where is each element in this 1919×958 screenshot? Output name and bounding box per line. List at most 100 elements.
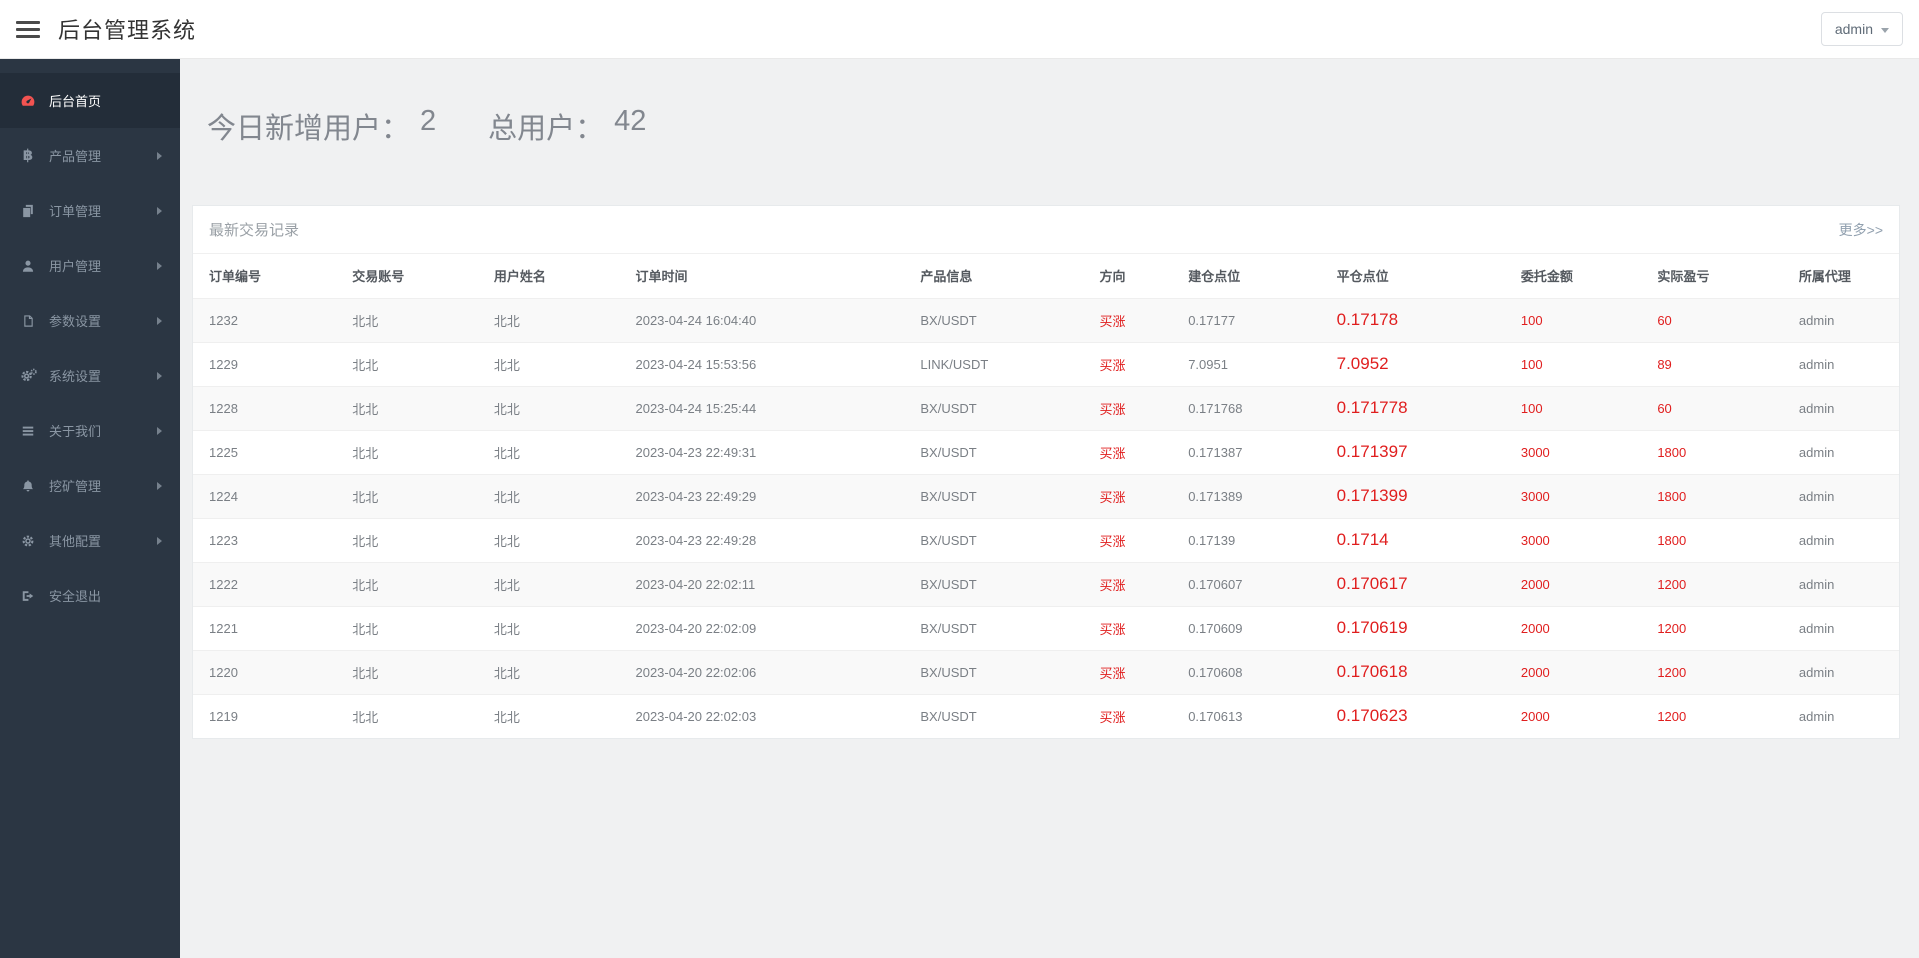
cell-profit: 1200 — [1641, 605, 1783, 650]
sidebar-item[interactable]: 订单管理 — [0, 183, 180, 238]
cell-order-id: 1224 — [193, 473, 337, 518]
panel-header: 最新交易记录 更多>> — [193, 206, 1899, 254]
cell-order-id: 1219 — [193, 693, 337, 738]
cell-profit: 60 — [1641, 385, 1783, 430]
cell-agent: admin — [1782, 649, 1899, 694]
stats-summary: 今日新增用户： 2 总用户： 42 — [207, 105, 1919, 147]
table-row: 1223 北北 北北 2023-04-23 22:49:28 BX/USDT 买涨 0.17… — [193, 517, 1899, 562]
top-header: 后台管理系统 admin — [0, 0, 1919, 59]
cell-username: 北北 — [477, 517, 620, 562]
cell-profit: 1200 — [1641, 649, 1783, 694]
cell-open-price: 0.170613 — [1172, 693, 1321, 738]
hamburger-menu-icon[interactable] — [16, 17, 40, 42]
cell-product: BX/USDT — [904, 385, 1084, 430]
sidebar-item[interactable]: 参数设置 — [0, 293, 180, 348]
column-header: 方向 — [1099, 269, 1126, 285]
cell-agent: admin — [1782, 473, 1899, 518]
sidebar-item[interactable]: 其他配置 — [0, 513, 180, 568]
more-link[interactable]: 更多>> — [1839, 220, 1883, 240]
chevron-right-icon — [157, 206, 162, 215]
cogs-icon — [18, 368, 38, 383]
cell-agent: admin — [1782, 517, 1899, 562]
chevron-right-icon — [157, 316, 162, 325]
user-dropdown-button[interactable]: admin — [1820, 12, 1903, 46]
table-row: 1219 北北 北北 2023-04-20 22:02:03 BX/USDT 买涨 0.17… — [193, 693, 1899, 738]
cell-order-id: 1229 — [193, 341, 337, 386]
stat-total-users-value: 42 — [614, 105, 647, 137]
cell-close-price: 0.171397 — [1320, 429, 1505, 474]
cell-direction: 买涨 — [1083, 473, 1173, 518]
cell-username: 北北 — [477, 297, 620, 342]
chevron-right-icon — [157, 261, 162, 270]
cell-order-time: 2023-04-24 16:04:40 — [619, 297, 905, 342]
sidebar-item[interactable]: 后台首页 — [0, 73, 180, 128]
sidebar-item[interactable]: 系统设置 — [0, 348, 180, 403]
stat-new-users: 今日新增用户： 2 — [207, 105, 436, 147]
cell-order-id: 1222 — [193, 561, 337, 606]
chevron-right-icon — [157, 426, 162, 435]
cell-open-price: 0.17139 — [1172, 517, 1321, 562]
sidebar-item-label: 其他配置 — [49, 534, 102, 549]
sidebar-item[interactable]: ฿ 产品管理 — [0, 128, 180, 183]
cell-open-price: 0.170607 — [1172, 561, 1321, 606]
cell-direction: 买涨 — [1083, 517, 1173, 562]
cell-account: 北北 — [336, 693, 478, 738]
cell-username: 北北 — [477, 341, 620, 386]
cell-close-price: 0.17178 — [1320, 297, 1505, 342]
cell-order-time: 2023-04-24 15:53:56 — [619, 341, 905, 386]
chevron-right-icon — [157, 481, 162, 490]
sidebar-item[interactable]: 安全退出 — [0, 568, 180, 623]
bitcoin-icon: ฿ — [22, 147, 34, 164]
column-header: 委托金额 — [1520, 269, 1573, 285]
cell-amount: 100 — [1504, 341, 1642, 386]
gear-icon — [18, 534, 38, 548]
table-row: 1225 北北 北北 2023-04-23 22:49:31 BX/USDT 买涨 0.17… — [193, 429, 1899, 474]
table-row: 1221 北北 北北 2023-04-20 22:02:09 BX/USDT 买涨 0.17… — [193, 605, 1899, 650]
cell-order-time: 2023-04-20 22:02:06 — [619, 649, 905, 694]
cell-order-time: 2023-04-23 22:49:28 — [619, 517, 905, 562]
cell-amount: 3000 — [1504, 517, 1642, 562]
cell-username: 北北 — [477, 429, 620, 474]
signout-icon — [18, 589, 38, 603]
column-header: 用户姓名 — [493, 269, 546, 285]
cell-order-id: 1223 — [193, 517, 337, 562]
stat-total-users-label: 总用户： — [488, 113, 605, 145]
stat-new-users-value: 2 — [420, 105, 437, 137]
cell-order-id: 1220 — [193, 649, 337, 694]
column-header: 产品信息 — [920, 269, 973, 285]
sidebar-item[interactable]: 关于我们 — [0, 403, 180, 458]
cell-direction: 买涨 — [1083, 297, 1173, 342]
cell-close-price: 0.170617 — [1320, 561, 1505, 606]
cell-account: 北北 — [336, 429, 478, 474]
cell-order-id: 1221 — [193, 605, 337, 650]
cell-direction: 买涨 — [1083, 385, 1173, 430]
cell-account: 北北 — [336, 297, 478, 342]
cell-direction: 买涨 — [1083, 341, 1173, 386]
cell-open-price: 0.171768 — [1172, 385, 1321, 430]
cell-order-time: 2023-04-20 22:02:09 — [619, 605, 905, 650]
sidebar-item-label: 用户管理 — [49, 259, 102, 274]
sidebar-item[interactable]: 用户管理 — [0, 238, 180, 293]
cell-amount: 3000 — [1504, 473, 1642, 518]
cell-profit: 1200 — [1641, 561, 1783, 606]
cell-product: BX/USDT — [904, 473, 1084, 518]
sidebar-item-label: 后台首页 — [49, 94, 102, 109]
chevron-right-icon — [157, 371, 162, 380]
cell-product: BX/USDT — [904, 561, 1084, 606]
sidebar-item[interactable]: 挖矿管理 — [0, 458, 180, 513]
sidebar-item-label: 关于我们 — [49, 424, 102, 439]
cell-close-price: 0.170618 — [1320, 649, 1505, 694]
cell-open-price: 0.170609 — [1172, 605, 1321, 650]
cell-username: 北北 — [477, 693, 620, 738]
cell-order-time: 2023-04-20 22:02:11 — [619, 561, 905, 606]
column-header: 平仓点位 — [1336, 269, 1389, 285]
cell-profit: 1200 — [1641, 693, 1783, 738]
sidebar-item-label: 挖矿管理 — [49, 479, 102, 494]
sidebar-item-label: 订单管理 — [49, 204, 102, 219]
column-header: 订单编号 — [209, 269, 262, 285]
cell-profit: 60 — [1641, 297, 1783, 342]
cell-order-id: 1232 — [193, 297, 337, 342]
cell-amount: 2000 — [1504, 561, 1642, 606]
sidebar-item-label: 系统设置 — [49, 369, 102, 384]
cell-order-time: 2023-04-20 22:02:03 — [619, 693, 905, 738]
